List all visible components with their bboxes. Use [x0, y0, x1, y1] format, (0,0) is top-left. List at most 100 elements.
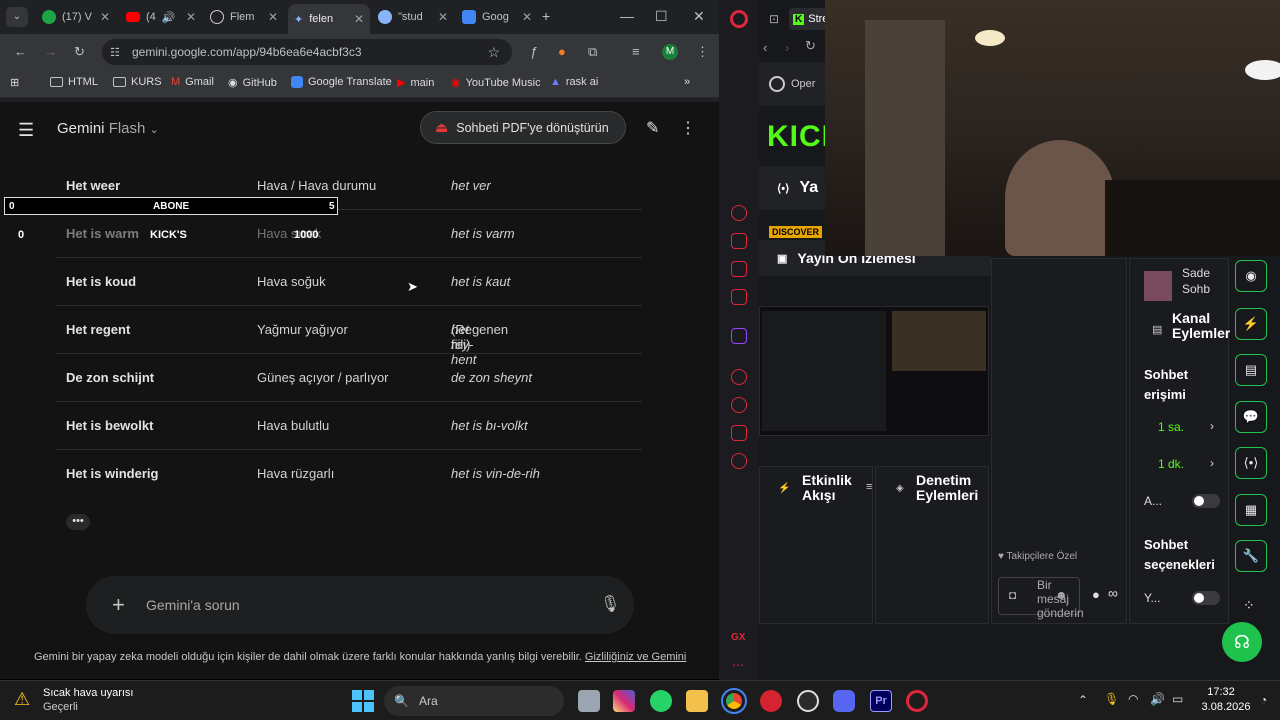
close-icon[interactable]: ✕ [354, 12, 364, 26]
back-icon[interactable]: ‹ [763, 40, 767, 55]
sidebar-block-icon[interactable] [731, 261, 747, 277]
taskbar-search[interactable]: 🔍 Ara [384, 686, 564, 716]
tab-6[interactable]: Goog ✕ [456, 6, 538, 28]
reload-icon[interactable]: ↻ [74, 44, 85, 60]
kick-tab[interactable]: K Stre [789, 8, 829, 30]
tab-4-active[interactable]: ✦ felen ✕ [288, 4, 370, 34]
sidebar-store-icon[interactable] [731, 233, 747, 249]
wrench-button[interactable]: 🔧 [1235, 540, 1267, 572]
more-bookmarks-icon[interactable]: » [684, 76, 690, 88]
menu-icon[interactable]: ⋮ [696, 44, 709, 60]
close-icon[interactable]: ✕ [438, 10, 448, 24]
whatsapp-icon[interactable] [650, 690, 672, 712]
more-apps-icon[interactable]: ⁘ [1243, 597, 1255, 614]
extension-icon[interactable]: ● [558, 44, 566, 59]
close-icon[interactable]: ✕ [522, 10, 532, 24]
premiere-icon[interactable]: Pr [870, 690, 892, 712]
prompt-input[interactable]: Gemini'a sorun [146, 597, 240, 613]
close-icon[interactable]: ✕ [268, 10, 278, 24]
close-icon[interactable]: ✕ [186, 10, 196, 24]
volume-icon[interactable]: 🔊 [1150, 692, 1165, 706]
twitch-icon[interactable] [731, 328, 747, 344]
tab-2[interactable]: (4 🔊 ✕ [120, 6, 202, 28]
add-icon[interactable]: + [112, 592, 125, 618]
chevron-right-icon[interactable]: › [1210, 419, 1214, 433]
microphone-icon[interactable]: 🎙 [600, 594, 620, 614]
stream-preview-video[interactable] [759, 306, 989, 436]
apps-icon[interactable]: ⊞ [10, 76, 19, 89]
opera-logo-icon[interactable] [730, 10, 748, 28]
tab-5[interactable]: "stud ✕ [372, 6, 454, 28]
sidebar-more-icon[interactable]: ⋯ [732, 658, 744, 672]
tab-3[interactable]: Flem ✕ [204, 6, 284, 28]
lightning-button[interactable]: ⚡ [1235, 308, 1267, 340]
layout-button[interactable]: ▦ [1235, 494, 1267, 526]
notes-button[interactable]: ▤ [1235, 354, 1267, 386]
infinity-icon[interactable]: ∞ [1108, 585, 1118, 601]
camera-button[interactable]: ◉ [1235, 260, 1267, 292]
sidebar-play-icon[interactable] [731, 369, 747, 385]
reload-icon[interactable]: ↻ [805, 38, 816, 54]
export-pdf-button[interactable]: ⏏ Sohbeti PDF'ye dönüştürün [420, 111, 626, 144]
option-a-toggle[interactable] [1192, 494, 1220, 508]
obs-icon[interactable] [797, 690, 819, 712]
maximize-icon[interactable]: ☐ [655, 8, 668, 25]
filter-icon[interactable]: ≡ [866, 481, 872, 493]
kicks-icon[interactable]: ● [1092, 587, 1100, 602]
weather-title[interactable]: Sıcak hava uyarısı [43, 687, 134, 699]
close-window-icon[interactable]: ✕ [693, 8, 705, 25]
app-red-icon[interactable] [760, 690, 782, 712]
weather-warning-icon[interactable]: ⚠ [14, 689, 30, 710]
bookmark-html[interactable]: HTML [50, 76, 98, 88]
stream-menu[interactable]: ⟨•⟩ Ya [759, 166, 825, 210]
bookmark-kurs[interactable]: KURS [113, 76, 162, 88]
tray-chevron-icon[interactable]: ⌃ [1078, 693, 1088, 707]
back-icon[interactable]: ← [14, 44, 27, 59]
avatar[interactable]: M [662, 44, 678, 60]
clock-time[interactable]: 17:32 [1196, 686, 1246, 698]
prompt-bar[interactable]: + Gemini'a sorun 🎙 [86, 576, 634, 634]
address-bar[interactable]: ☷ gemini.google.com/app/94b6ea6e4acbf3c3 ☆ [102, 39, 512, 65]
wifi-icon[interactable]: ◠ [1128, 692, 1138, 706]
file-explorer-icon[interactable] [686, 690, 708, 712]
sidebar-settings-icon[interactable] [731, 453, 747, 469]
chevron-right-icon[interactable]: › [1210, 456, 1214, 470]
instagram-icon[interactable] [613, 690, 635, 712]
formula-extension-icon[interactable]: ƒ [530, 44, 537, 59]
bookmark-youtube-music[interactable]: ◉ YouTube Music [451, 76, 541, 90]
support-button[interactable]: ☊ [1222, 622, 1262, 662]
task-view-icon[interactable] [578, 690, 600, 712]
forward-icon[interactable]: › [785, 40, 789, 55]
chat-button[interactable]: 💬 [1235, 401, 1267, 433]
hamburger-menu-icon[interactable]: ☰ [18, 120, 34, 141]
windows-start-icon[interactable] [352, 690, 374, 712]
clock-date[interactable]: 3.08.2026 [1196, 701, 1256, 713]
bookmark-github[interactable]: ◉ GitHub [228, 76, 277, 90]
bookmark-rask-ai[interactable]: ▲ rask ai [550, 76, 598, 88]
site-info-icon[interactable]: ☷ [110, 46, 120, 59]
game-icon[interactable]: ⊡ [769, 12, 779, 26]
tab-1[interactable]: (17) V ✕ [36, 6, 116, 28]
more-options-icon[interactable]: ⋮ [680, 118, 696, 138]
star-icon[interactable]: ☆ [487, 44, 500, 61]
reading-list-icon[interactable]: ≡ [632, 44, 640, 59]
model-selector[interactable]: Gemini Flash ⌄ [57, 120, 159, 137]
chrome-icon[interactable] [721, 688, 747, 714]
microphone-tray-icon[interactable]: 🎙 [1104, 692, 1119, 706]
chat-message-input[interactable]: ◘ Bir mesaj gönderin ☻ [998, 577, 1084, 620]
notifications-icon[interactable]: ◔ [1260, 693, 1267, 707]
opera-promo[interactable]: Oper [759, 62, 825, 106]
bookmark-gmail[interactable]: M Gmail [171, 76, 214, 88]
new-chat-icon[interactable]: ✎ [646, 118, 659, 138]
broadcast-button[interactable]: ⟨•⟩ [1235, 447, 1267, 479]
emoji-icon[interactable]: ☻ [1055, 588, 1068, 602]
sidebar-history-icon[interactable] [731, 397, 747, 413]
new-tab-button[interactable]: + [542, 8, 550, 24]
tab-search-button[interactable]: ⌄ [6, 7, 28, 27]
close-icon[interactable]: ✕ [100, 10, 110, 24]
sidebar-refresh-icon[interactable] [731, 205, 747, 221]
bookmark-translate[interactable]: Google Translate [291, 76, 392, 88]
discord-icon[interactable] [833, 690, 855, 712]
minimize-icon[interactable]: — [620, 8, 634, 24]
sidebar-extensions-icon[interactable] [731, 425, 747, 441]
